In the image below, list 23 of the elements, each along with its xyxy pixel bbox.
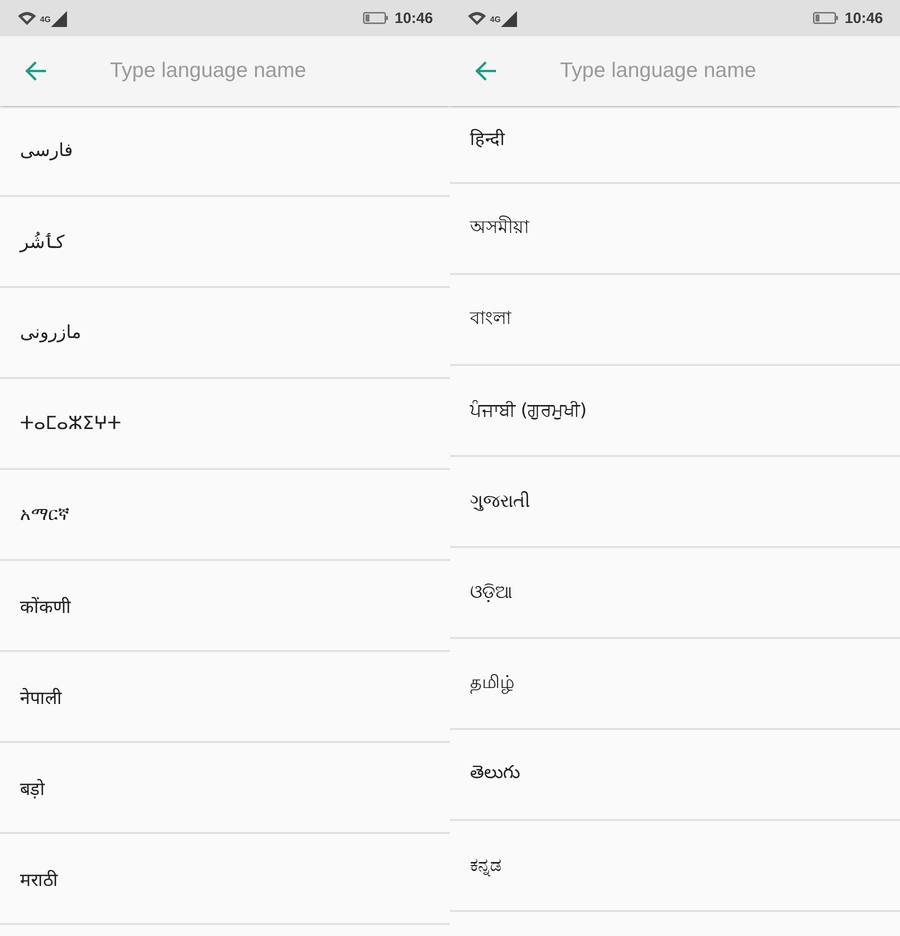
wifi-icon [468, 11, 486, 25]
network-type-label: 4G [490, 16, 501, 24]
language-option[interactable]: অসমীয়া [450, 184, 900, 275]
clock-time: 10:46 [844, 10, 883, 26]
search-bar[interactable]: Type language name [450, 36, 900, 106]
back-arrow-icon [474, 61, 496, 81]
language-option[interactable]: ଓଡ଼ିଆ [450, 548, 900, 639]
language-option[interactable]: తెలుగు [450, 730, 900, 821]
language-option[interactable]: हिन्दी [450, 106, 900, 184]
language-option[interactable]: ಕನ್ನಡ [450, 821, 900, 912]
language-option[interactable]: বাংলা [450, 275, 900, 366]
signal-icon [500, 11, 517, 27]
network-type-label: 4G [40, 16, 51, 24]
signal-icon [50, 11, 67, 27]
search-bar[interactable]: Type language name [0, 36, 450, 106]
wifi-icon [18, 11, 36, 25]
language-option[interactable]: தமிழ் [450, 639, 900, 730]
battery-icon [362, 12, 388, 24]
language-option[interactable]: ગુજરાતી [450, 457, 900, 548]
language-option[interactable]: ਪੰਜਾਬੀ (ਗੁਰਮੁਖੀ) [450, 366, 900, 457]
battery-icon [812, 12, 838, 24]
back-arrow-icon [24, 61, 46, 81]
clock-time: 10:46 [394, 10, 433, 26]
